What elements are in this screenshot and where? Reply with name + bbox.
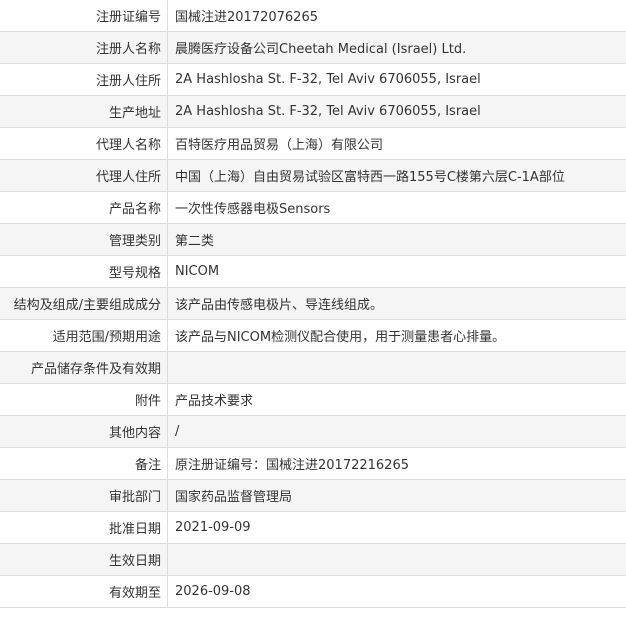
field-label: 生产地址: [0, 95, 168, 128]
registration-detail-table: 注册证编号 国械注进20172076265 注册人名称 晨腾医疗设备公司Chee…: [0, 0, 626, 608]
table-row: 批准日期 2021-09-09: [0, 511, 626, 544]
table-row: 附件 产品技术要求: [0, 383, 626, 416]
field-label: 审批部门: [0, 479, 168, 512]
table-row: 有效期至 2026-09-08: [0, 575, 626, 608]
field-label: 代理人名称: [0, 127, 168, 160]
table-row: 结构及组成/主要组成成分 该产品由传感电极片、导连线组成。: [0, 287, 626, 320]
field-value: NICOM: [167, 255, 626, 288]
field-value: 该产品由传感电极片、导连线组成。: [167, 287, 626, 320]
field-value: 2A Hashlosha St. F-32, Tel Aviv 6706055,…: [167, 63, 626, 96]
field-label: 注册人住所: [0, 63, 168, 96]
field-value: 原注册证编号：国械注进20172216265: [167, 447, 626, 480]
table-row: 审批部门 国家药品监督管理局: [0, 479, 626, 512]
field-label: 其他内容: [0, 415, 168, 448]
field-label: 有效期至: [0, 575, 168, 608]
table-row: 其他内容 /: [0, 415, 626, 448]
field-value: 中国（上海）自由贸易试验区富特西一路155号C楼第六层C-1A部位: [167, 159, 626, 192]
table-row: 注册人住所 2A Hashlosha St. F-32, Tel Aviv 67…: [0, 63, 626, 96]
table-row: 生效日期: [0, 543, 626, 576]
field-label: 适用范围/预期用途: [0, 319, 168, 352]
table-row: 备注 原注册证编号：国械注进20172216265: [0, 447, 626, 480]
table-row: 生产地址 2A Hashlosha St. F-32, Tel Aviv 670…: [0, 95, 626, 128]
field-label: 注册人名称: [0, 31, 168, 64]
table-row: 管理类别 第二类: [0, 223, 626, 256]
field-value: 百特医疗用品贸易（上海）有限公司: [167, 127, 626, 160]
table-row: 代理人名称 百特医疗用品贸易（上海）有限公司: [0, 127, 626, 160]
field-label: 管理类别: [0, 223, 168, 256]
table-row: 适用范围/预期用途 该产品与NICOM检测仪配合使用，用于测量患者心排量。: [0, 319, 626, 352]
field-label: 生效日期: [0, 543, 168, 576]
table-row: 型号规格 NICOM: [0, 255, 626, 288]
field-label: 代理人住所: [0, 159, 168, 192]
table-row: 代理人住所 中国（上海）自由贸易试验区富特西一路155号C楼第六层C-1A部位: [0, 159, 626, 192]
field-value: 晨腾医疗设备公司Cheetah Medical (Israel) Ltd.: [167, 31, 626, 64]
field-value: 国家药品监督管理局: [167, 479, 626, 512]
field-label: 型号规格: [0, 255, 168, 288]
field-value: 国械注进20172076265: [167, 0, 626, 32]
field-value: 该产品与NICOM检测仪配合使用，用于测量患者心排量。: [167, 319, 626, 352]
field-label: 产品名称: [0, 191, 168, 224]
field-label: 结构及组成/主要组成成分: [0, 287, 168, 320]
field-label: 备注: [0, 447, 168, 480]
field-value: 2026-09-08: [167, 575, 626, 608]
field-value: 2021-09-09: [167, 511, 626, 544]
field-label: 附件: [0, 383, 168, 416]
field-value: 2A Hashlosha St. F-32, Tel Aviv 6706055,…: [167, 95, 626, 128]
field-label: 批准日期: [0, 511, 168, 544]
field-value: 一次性传感器电极Sensors: [167, 191, 626, 224]
table-row: 产品名称 一次性传感器电极Sensors: [0, 191, 626, 224]
table-row: 注册证编号 国械注进20172076265: [0, 0, 626, 32]
field-label: 产品储存条件及有效期: [0, 351, 168, 384]
field-value: 产品技术要求: [167, 383, 626, 416]
field-label: 注册证编号: [0, 0, 168, 32]
field-value: /: [167, 415, 626, 448]
field-value: [167, 351, 626, 384]
field-value: 第二类: [167, 223, 626, 256]
field-value: [167, 543, 626, 576]
table-row: 产品储存条件及有效期: [0, 351, 626, 384]
table-row: 注册人名称 晨腾医疗设备公司Cheetah Medical (Israel) L…: [0, 31, 626, 64]
